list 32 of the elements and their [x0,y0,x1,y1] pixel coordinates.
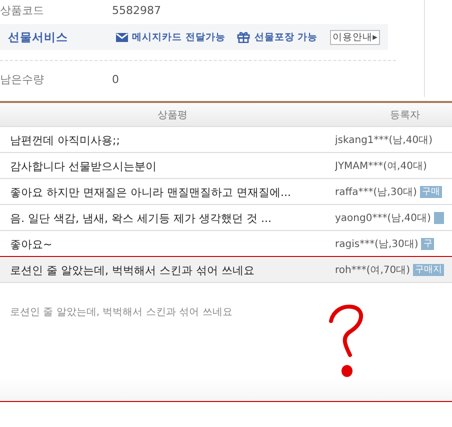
review-title: 좋아요~ [9,236,54,252]
selected-review-row[interactable]: 로션인 줄 알았는데, 벅벅해서 스킨과 섞어 쓰네요 roh***(여,70대) 구매지 [0,258,452,283]
review-title: 음. 일단 색감, 냄새, 왁스 세기등 제가 생각했던 것 ... [9,210,272,226]
review-author: jskang1***(남,40대) [335,134,432,147]
gift-feature: 메시지카드 전달가능 [132,30,226,44]
gift-feature: 선물포장 가능 [254,30,318,44]
field-value: 0 [112,72,119,86]
review-row[interactable]: 남편껀데 아직미사용;; jskang1***(남,40대) [0,128,452,153]
review-title: 감사합니다 선물받으시는분이 [9,158,158,174]
gift-icon [237,31,250,43]
review-row[interactable]: 좋아요 하지만 면재질은 아니라 맨질맨질하고 면재질에... raffa***(남,30대) 구매 [0,180,452,205]
field-value: 5582987 [112,4,161,16]
buyer-badge: 구매지 [413,264,444,276]
review-title: 좋아요 하지만 면재질은 아니라 맨질맨질하고 면재질에... [9,184,292,200]
envelope-icon [116,32,128,42]
gift-service-title: 선물서비스 [8,30,69,44]
review-author: raffa***(남,30대) [335,186,417,199]
field-label: 상품코드 [0,2,45,18]
review-author: roh***(여,70대) [335,264,410,277]
guide-button[interactable]: 이용안내▸ [330,30,380,44]
column-header: 상품평 [156,109,188,122]
column-header: 등록자 [389,109,421,122]
review-row[interactable]: 음. 일단 색감, 냄새, 왁스 세기등 제가 생각했던 것 ... yaong0***(남,40대) [0,206,452,231]
review-row[interactable]: 좋아요~ ragis***(남,30대) 구 [0,232,452,257]
review-author: yaong0***(남,40대) [335,212,431,225]
review-title: 남편껀데 아직미사용;; [9,132,121,148]
field-label: 남은수량 [0,72,45,86]
review-body: 로션인 줄 알았는데, 벅벅해서 스킨과 섞어 쓰네요 [10,307,232,318]
buyer-badge: 구매 [420,186,442,198]
review-title: 로션인 줄 알았는데, 벅벅해서 스킨과 섞어 쓰네요 [9,262,256,278]
buyer-badge: 구 [421,238,434,250]
review-author: ragis***(남,30대) [335,238,418,251]
